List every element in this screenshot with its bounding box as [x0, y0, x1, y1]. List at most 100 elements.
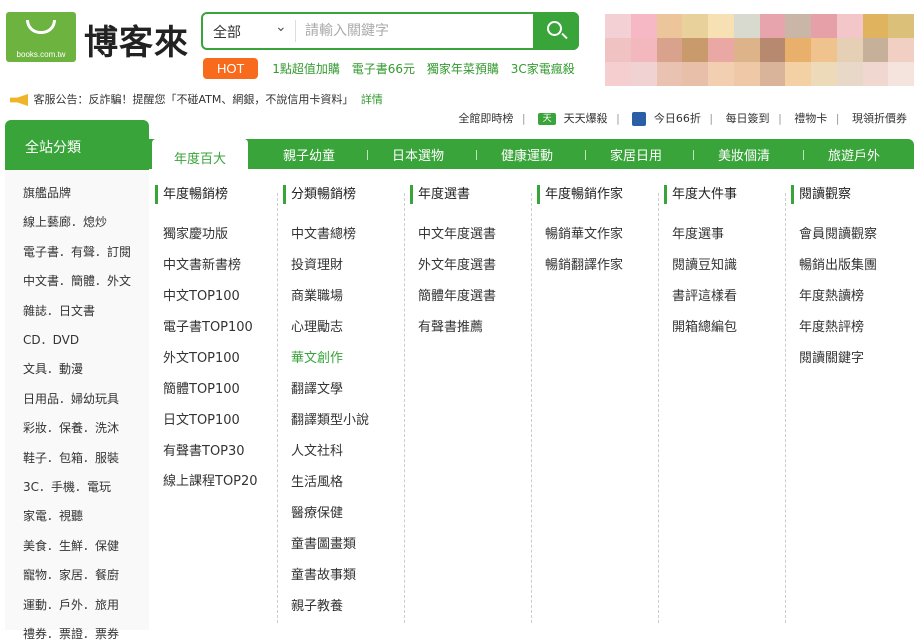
sidebar-item[interactable]: 文具．動漫 [23, 360, 83, 377]
tab-6[interactable]: 旅遊戶外 [828, 145, 880, 164]
sidebar-item[interactable]: 家電．視聽 [23, 507, 83, 524]
sidebar-item[interactable]: 雜誌．日文書 [23, 302, 95, 319]
menu-link[interactable]: 獨家慶功版 [163, 223, 228, 242]
top-link[interactable]: 現領折價券 [852, 112, 907, 125]
tab-3[interactable]: 健康運動 [501, 145, 553, 164]
menu-column-title[interactable]: 閱讀觀察 [791, 185, 918, 204]
sidebar-item[interactable]: 電子書．有聲．訂閱 [23, 243, 131, 260]
tab-5[interactable]: 美妝個清 [718, 145, 770, 164]
tab-4[interactable]: 家居日用 [610, 145, 662, 164]
menu-column-title[interactable]: 年度選書 [410, 185, 537, 204]
menu-link[interactable]: 開箱總編包 [672, 316, 737, 335]
brand-name[interactable]: 博客來 [84, 15, 189, 64]
menu-link[interactable]: 年度熱讀榜 [799, 285, 864, 304]
menu-link[interactable]: 人文社科 [291, 440, 343, 459]
tab-1[interactable]: 親子幼童 [283, 145, 335, 164]
menu-link[interactable]: 外文年度選書 [418, 254, 496, 273]
sidebar: 旗艦品牌線上藝廊．熄炒電子書．有聲．訂閱 中文書．簡體．外文 雜誌．日文書 CD．DV… [5, 170, 149, 641]
menu-link[interactable]: 書評這樣看 [672, 285, 737, 304]
menu-link[interactable]: 簡體年度選書 [418, 285, 496, 304]
hot-bar: HOT 1點超值加購 電子書66元 獨家年菜預購 3C家電瘋殺 [203, 58, 583, 79]
menu-link[interactable]: 投資理財 [291, 254, 343, 273]
search-category[interactable]: 全部 [213, 22, 241, 42]
menu-link[interactable]: 華文創作 [291, 347, 343, 366]
sidebar-item[interactable]: 美食．生鮮．保健 [23, 537, 119, 554]
menu-link[interactable]: 童書故事類 [291, 564, 356, 583]
menu-link[interactable]: 暢銷出版集團 [799, 254, 877, 273]
hot-link[interactable]: 電子書66元 [352, 62, 415, 76]
chevron-down-icon[interactable]: ⌄ [275, 19, 287, 35]
sidebar-item[interactable]: CD．DVD [23, 331, 79, 348]
menu-link[interactable]: 暢銷翻譯作家 [545, 254, 623, 273]
menu-column-title[interactable]: 分類暢銷榜 [283, 185, 410, 204]
menu-link[interactable]: 簡體TOP100 [163, 378, 240, 397]
top-link[interactable]: 今日66折 [654, 112, 701, 125]
menu-link[interactable]: 翻譯類型小說 [291, 409, 369, 428]
menu-link[interactable]: 閱讀關鍵字 [799, 347, 864, 366]
menu-column-title[interactable]: 年度暢銷作家 [537, 185, 664, 204]
sidebar-item[interactable]: 3C．手機．電玩 [23, 478, 111, 495]
menu-link[interactable]: 中文TOP100 [163, 285, 240, 304]
menu-link[interactable]: 商業職場 [291, 285, 343, 304]
search-bar: 全部 ⌄ [201, 12, 579, 50]
menu-link[interactable]: 中文書總榜 [291, 223, 356, 242]
sidebar-item[interactable]: 彩妝．保養．洗沐 [23, 419, 119, 436]
menu-link[interactable]: 年度選事 [672, 223, 724, 242]
tab-2[interactable]: 日本選物 [392, 145, 444, 164]
menu-link[interactable]: 外文TOP100 [163, 347, 240, 366]
menu-link[interactable]: 線上課程TOP20 [163, 471, 273, 492]
top-links: 全館即時榜 | 天 天天爆殺 | 今日66折 | 每日簽到 | 禮物卡 | 現領… [458, 112, 907, 126]
search-icon [547, 21, 562, 36]
menu-link[interactable]: 醫療保健 [291, 502, 343, 521]
menu-link[interactable]: 有聲書推薦 [418, 316, 483, 335]
sidebar-item[interactable]: 寵物．家居．餐廚 [23, 566, 119, 583]
logo-url: books.com.tw [16, 50, 66, 59]
logo[interactable]: books.com.tw [6, 12, 76, 62]
menu-link[interactable]: 暢銷華文作家 [545, 223, 623, 242]
hot-link[interactable]: 1點超值加購 [272, 62, 340, 76]
sidebar-item[interactable]: 鞋子．包箱．服裝 [23, 449, 119, 466]
menu-link[interactable]: 閱讀豆知識 [672, 254, 737, 273]
menu-link[interactable]: 心理勵志 [291, 316, 343, 335]
menu-column: 年度暢銷榜獨家慶功版中文書新書榜 中文TOP100 電子書TOP100 外文TOP10… [155, 185, 282, 489]
sidebar-item[interactable]: 禮券．票證．票券 [23, 625, 119, 642]
menu-link[interactable]: 翻譯文學 [291, 378, 343, 397]
sidebar-item[interactable]: 線上藝廊．熄炒 [23, 213, 107, 230]
sidebar-item[interactable]: 旗艦品牌 [23, 184, 71, 201]
notice-text: 客服公告：反詐騙！提醒您「不碰ATM、網銀，不說信用卡資料」 [33, 93, 354, 106]
notice-detail-link[interactable]: 詳情 [361, 93, 383, 106]
menu-column-title[interactable]: 年度暢銷榜 [155, 185, 282, 204]
menu-column: 年度選書中文年度選書 外文年度選書 簡體年度選書 有聲書推薦 [410, 185, 537, 335]
top-link[interactable]: 天天爆殺 [564, 112, 608, 125]
sidebar-item[interactable]: 日用品．婦幼玩具 [23, 390, 119, 407]
category-nav: 年度百大 親子幼童 日本選物 健康運動 家居日用 美妝個清 旅遊戶外 [149, 139, 914, 171]
search-input[interactable] [303, 18, 523, 44]
ad-banner[interactable] [605, 14, 914, 86]
menu-link[interactable]: 日文TOP100 [163, 409, 240, 428]
menu-link[interactable]: 有聲書TOP30 [163, 440, 245, 459]
menu-link[interactable]: 中文書新書榜 [163, 254, 241, 273]
menu-link[interactable]: 電子書TOP100 [163, 316, 253, 335]
sidebar-item[interactable]: 運動．戶外．旅用 [23, 596, 119, 613]
sidebar-title[interactable]: 全站分類 [5, 120, 149, 170]
menu-link[interactable]: 生活風格 [291, 471, 343, 490]
megaphone-icon [10, 94, 28, 106]
menu-link[interactable]: 中文年度選書 [418, 223, 496, 242]
book-icon [632, 112, 647, 126]
menu-link[interactable]: 年度熱評榜 [799, 316, 864, 335]
top-link[interactable]: 禮物卡 [794, 112, 827, 125]
top-link[interactable]: 每日簽到 [726, 112, 770, 125]
menu-link[interactable]: 親子教養 [291, 595, 343, 614]
menu-column: 閱讀觀察會員閱讀觀察 暢銷出版集團 年度熱讀榜年度熱評榜閱讀關鍵字 [791, 185, 918, 366]
tab-0[interactable]: 年度百大 [152, 139, 249, 171]
hot-badge[interactable]: HOT [203, 58, 259, 79]
menu-link[interactable]: 會員閱讀觀察 [799, 223, 877, 242]
menu-column: 年度大件事年度選事閱讀豆知識書評這樣看開箱總編包 [664, 185, 791, 335]
hot-link[interactable]: 獨家年菜預購 [427, 62, 499, 76]
top-link[interactable]: 全館即時榜 [458, 112, 513, 125]
hot-link[interactable]: 3C家電瘋殺 [511, 62, 575, 76]
sidebar-item[interactable]: 中文書．簡體．外文 [23, 272, 131, 289]
menu-column-title[interactable]: 年度大件事 [664, 185, 791, 204]
menu-link[interactable]: 童書圖畫類 [291, 533, 356, 552]
search-button[interactable] [533, 12, 579, 50]
